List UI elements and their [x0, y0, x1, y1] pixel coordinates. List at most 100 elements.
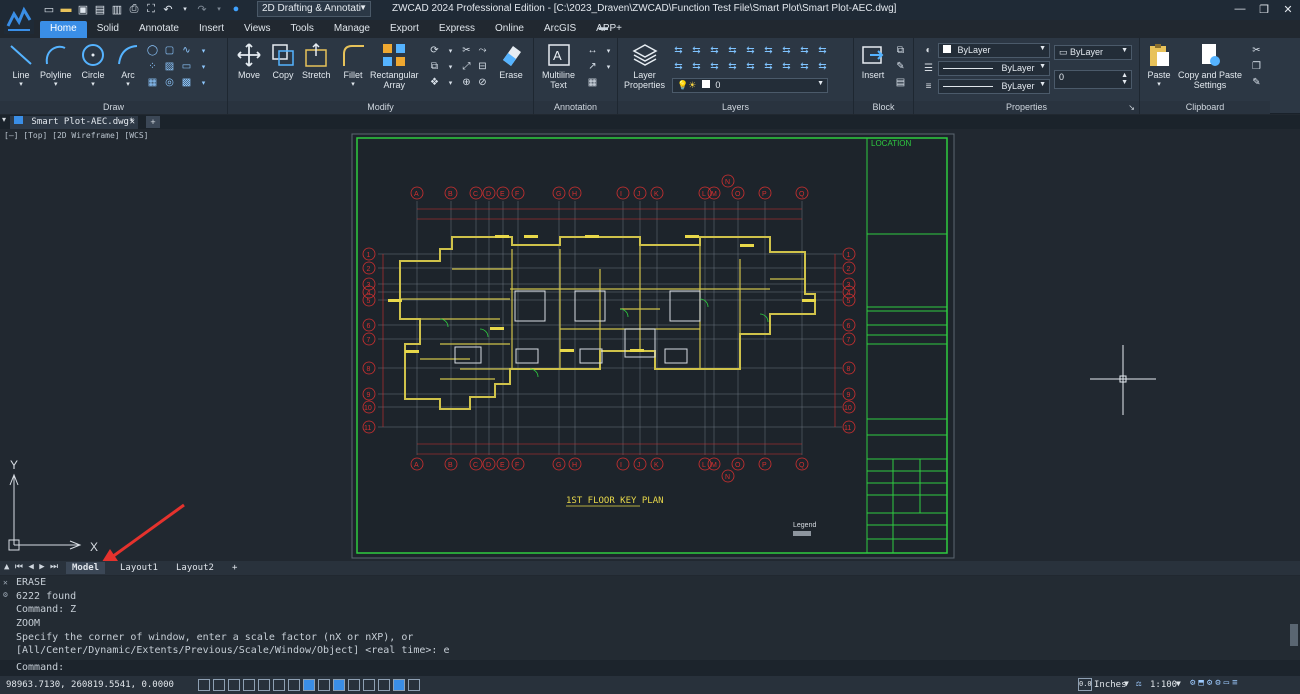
dropdown-icon[interactable]: ▾ [197, 44, 210, 57]
break-icon[interactable]: ⊘ [476, 76, 489, 89]
arc-button[interactable]: Arc ▾ [115, 42, 141, 90]
move-button[interactable]: Move [236, 42, 262, 80]
spline-icon[interactable]: ∿ [180, 44, 193, 57]
new-tab-icon[interactable]: + [146, 116, 160, 128]
dropdown-icon[interactable]: ▾ [444, 44, 457, 57]
cut-icon[interactable]: ✂ [1250, 44, 1263, 57]
isolate-icon[interactable] [408, 679, 420, 691]
ellipse-icon[interactable]: ◯ [146, 44, 159, 57]
paste-button[interactable]: Paste ▾ [1146, 42, 1172, 90]
undo-dropdown-icon[interactable]: ▾ [178, 2, 192, 16]
open-folder-icon[interactable]: ▬ [59, 2, 73, 16]
dropdown-icon[interactable]: ▾ [197, 76, 210, 89]
settings-icon[interactable]: ⚙ [3, 590, 8, 599]
tab-home[interactable]: Home [40, 21, 87, 38]
leader-icon[interactable]: ↗ [586, 60, 599, 73]
osnap-icon[interactable] [258, 679, 270, 691]
dropdown-icon[interactable]: ▾ [602, 60, 615, 73]
join-icon[interactable]: ⊕ [460, 76, 473, 89]
extend-icon[interactable]: ⤳ [476, 44, 489, 57]
dyn-icon[interactable] [288, 679, 300, 691]
multiline-text-button[interactable]: A Multiline Text [542, 42, 575, 90]
tab-arcgis[interactable]: ArcGIS [534, 21, 586, 38]
add-layout-icon[interactable]: + [226, 562, 243, 574]
tab-layout2[interactable]: Layout2 [170, 562, 220, 574]
table-icon[interactable]: ▦ [586, 76, 599, 89]
dropdown-icon[interactable]: ▾ [197, 60, 210, 73]
layer-unlock-icon[interactable]: ⇆ [816, 44, 829, 57]
workspace-icon[interactable]: ● [229, 2, 243, 16]
donut-icon[interactable]: ◎ [163, 76, 176, 89]
layer-change-icon[interactable]: ⇆ [744, 60, 757, 73]
layer-freeze-icon[interactable]: ⇆ [762, 44, 775, 57]
attribute-icon[interactable]: ▤ [894, 76, 907, 89]
close-icon[interactable]: ✕ [1276, 0, 1300, 18]
tab-tools[interactable]: Tools [281, 21, 324, 38]
mirror-icon[interactable]: ⧉ [428, 60, 441, 73]
layer-off-icon[interactable]: ⇆ [780, 44, 793, 57]
new-file-icon[interactable]: ▭ [42, 2, 56, 16]
polar-icon[interactable] [243, 679, 255, 691]
undo-icon[interactable]: ↶ [161, 2, 175, 16]
stretch-button[interactable]: Stretch [302, 42, 331, 80]
annotation-icon[interactable] [348, 679, 360, 691]
polyline-button[interactable]: Polyline ▾ [40, 42, 72, 90]
workspace-select[interactable]: 2D Drafting & Annotati ▼ [257, 1, 371, 17]
drawing-canvas[interactable]: [—] [Top] [2D Wireframe] [WCS] Y X LOCAT… [0, 129, 1300, 561]
layer-copy-icon[interactable]: ⇆ [726, 60, 739, 73]
layer-previous-icon[interactable]: ⇆ [708, 44, 721, 57]
zwcad-logo[interactable] [4, 4, 34, 34]
tab-manage[interactable]: Manage [324, 21, 380, 38]
color-select[interactable]: ByLayer ▼ [938, 43, 1050, 58]
point-icon[interactable]: ⁘ [146, 60, 159, 73]
rectangular-array-button[interactable]: Rectangular Array [370, 42, 419, 90]
coordinates-readout[interactable]: 98963.7130, 260819.5541, 0.0000 [6, 680, 174, 690]
layer-delete-icon[interactable]: ⇆ [708, 60, 721, 73]
layout-nav-icons[interactable]: ▲ ⏮ ◀ ▶ ⏭ [4, 562, 58, 572]
tab-layout1[interactable]: Layout1 [114, 562, 164, 574]
grid-icon[interactable] [198, 679, 210, 691]
ribbon-toggle-icon[interactable]: ▬ [599, 22, 613, 36]
status-tray-icons[interactable]: ⚙⬒⚙⚙▭≡ [1190, 678, 1241, 688]
redo-icon[interactable]: ↷ [195, 2, 209, 16]
units-value[interactable]: Inches [1094, 680, 1127, 690]
selection-cycle-icon[interactable] [333, 679, 345, 691]
rectangle-icon[interactable]: ▢ [163, 44, 176, 57]
tab-views[interactable]: Views [234, 21, 281, 38]
save-as-icon[interactable]: ▤ [93, 2, 107, 16]
redo-dropdown-icon[interactable]: ▾ [212, 2, 226, 16]
layer-current-icon[interactable]: ⇆ [798, 60, 811, 73]
qp-icon[interactable] [363, 679, 375, 691]
close-icon[interactable]: ✕ [3, 578, 8, 587]
transparency-icon[interactable] [318, 679, 330, 691]
linetype-select[interactable]: ByLayer ▼ [938, 61, 1050, 76]
erase-button[interactable]: Erase [498, 42, 524, 80]
layer-on-icon[interactable]: ⇆ [762, 60, 775, 73]
tab-model[interactable]: Model [66, 562, 106, 574]
minimize-icon[interactable]: — [1228, 0, 1252, 18]
transparency-input[interactable]: 0 ▲ ▼ [1054, 70, 1132, 89]
copy-button[interactable]: Copy [270, 42, 296, 80]
match-icon[interactable]: ✎ [1250, 76, 1263, 89]
print-icon[interactable]: ⎙ [127, 2, 141, 16]
snap-icon[interactable] [213, 679, 225, 691]
layer-more-icon[interactable]: ⇆ [816, 60, 829, 73]
rotate-icon[interactable]: ⟳ [428, 44, 441, 57]
lineweight-select[interactable]: ByLayer ▼ [938, 79, 1050, 94]
layer-properties-button[interactable]: Layer Properties [624, 42, 665, 90]
layer-state-icon[interactable]: ⇆ [672, 44, 685, 57]
scale-icon[interactable]: ⤢ [460, 60, 473, 73]
tab-menu-icon[interactable]: ▾ [2, 115, 6, 124]
chevron-down-icon[interactable]: ▼ [1124, 679, 1129, 688]
explode-icon[interactable]: ❖ [428, 76, 441, 89]
fillet-button[interactable]: Fillet ▾ [340, 42, 366, 90]
layer-thaw-icon[interactable]: ⇆ [780, 60, 793, 73]
maximize-icon[interactable]: ❐ [1252, 0, 1276, 18]
edit-block-icon[interactable]: ✎ [894, 60, 907, 73]
dropdown-icon[interactable]: ▾ [444, 76, 457, 89]
tab-insert[interactable]: Insert [189, 21, 234, 38]
lineweight-icon[interactable] [303, 679, 315, 691]
document-tab[interactable]: Smart Plot-AEC.dwg* ✕ [10, 116, 138, 129]
hatch-icon[interactable]: ▨ [163, 60, 176, 73]
layer-match-icon[interactable]: ⇆ [690, 44, 703, 57]
